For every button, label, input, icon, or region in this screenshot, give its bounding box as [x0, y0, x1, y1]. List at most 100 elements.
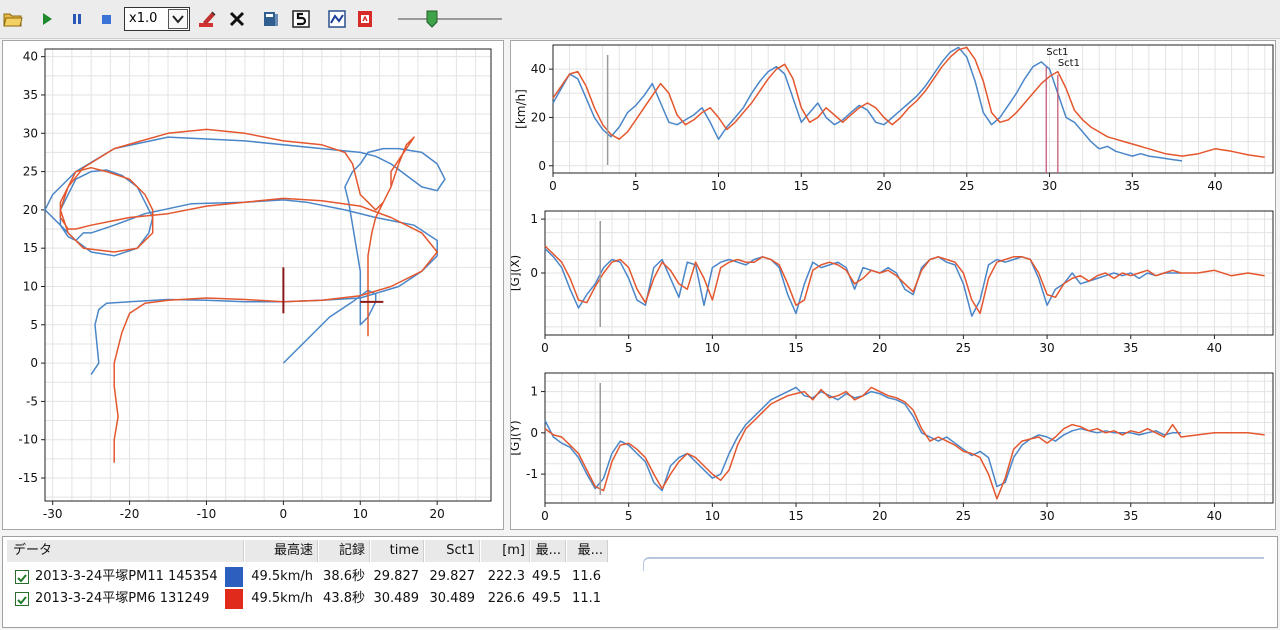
y-tick-label: 1: [530, 385, 538, 399]
row-time: 29.827: [373, 569, 420, 584]
playback-speed-select[interactable]: x1.0: [124, 7, 190, 31]
x-tick-label: 40: [1207, 179, 1222, 193]
y-tick-label: 25: [23, 165, 38, 179]
x-tick-label: 35: [1125, 179, 1140, 193]
x-tick-label: 40: [1207, 509, 1222, 523]
y-tick-label: -5: [26, 394, 38, 408]
x-tick-label: 5: [632, 179, 640, 193]
col-header-max-speed[interactable]: 最高速: [245, 540, 318, 562]
y-axis-label: [km/h]: [514, 89, 528, 129]
x-tick-label: 0: [541, 341, 549, 355]
y-tick-label: 10: [23, 279, 38, 293]
col-header-time[interactable]: time: [371, 540, 424, 562]
y-tick-label: 30: [23, 126, 38, 140]
x-tick-label: 0: [549, 179, 557, 193]
y-tick-label: -15: [18, 471, 38, 485]
y-tick-label: 0: [530, 426, 538, 440]
line-graph-icon[interactable]: [326, 8, 348, 30]
col-header-max-b[interactable]: 最...: [567, 540, 608, 562]
x-tick-label: 30: [1039, 341, 1054, 355]
g-x-plot: 0 5 10 15 20 25 30 35 4010[G](X): [508, 210, 1274, 355]
row-sct1: 29.827: [429, 569, 476, 584]
y-axis-label: [G](X): [511, 255, 522, 291]
row-checkbox[interactable]: [15, 592, 29, 606]
y-tick-label: -10: [18, 433, 38, 447]
pdf-icon[interactable]: [354, 8, 376, 30]
x-tick-label: 25: [956, 341, 971, 355]
row-record: 43.8秒: [323, 591, 365, 606]
delete-icon[interactable]: [226, 8, 248, 30]
row-record: 38.6秒: [323, 569, 365, 584]
plot-frame: [44, 48, 492, 502]
slider-thumb[interactable]: [426, 10, 438, 28]
x-tick-label: 5: [625, 509, 633, 523]
row-max-speed: 49.5km/h: [251, 569, 313, 584]
eraser-icon[interactable]: [196, 8, 218, 30]
x-tick-label: 10: [705, 509, 720, 523]
x-tick-label: 25: [956, 509, 971, 523]
sector-5-icon[interactable]: [290, 8, 312, 30]
col-header-data[interactable]: データ: [7, 540, 228, 562]
col-header-meters[interactable]: [m]: [481, 540, 530, 562]
y-tick-label: 0: [30, 356, 38, 370]
y-tick-label: 20: [531, 110, 546, 124]
row-checkbox[interactable]: [15, 570, 29, 584]
x-tick-label: 10: [711, 179, 726, 193]
x-tick-label: -10: [197, 507, 217, 521]
stop-icon[interactable]: [96, 8, 118, 30]
x-tick-label: 25: [959, 179, 974, 193]
col-header-sct1[interactable]: Sct1: [425, 540, 480, 562]
x-tick-label: 15: [788, 341, 803, 355]
x-tick-label: 0: [280, 507, 288, 521]
x-tick-label: 20: [872, 509, 887, 523]
toolbar: x1.0: [0, 0, 1280, 39]
speed-plot: 0 5 10 15 20 25 30 35 40 40 20 0 [km/h]: [514, 44, 1274, 193]
trajectory-chart: -30 -20 -10 0 10 20 40 35 30 25 20 15 10 5 0 -5 -10 -15: [18, 48, 492, 521]
chevron-down-icon[interactable]: [168, 9, 188, 29]
g-y-plot: 0 5 10 15 20 25 30 35 4010-1[G](Y): [508, 372, 1274, 523]
y-tick-label: 5: [30, 318, 38, 332]
row-color-swatch: [225, 589, 243, 609]
row-meters: 226.6: [487, 591, 525, 606]
col-header-record[interactable]: 記録: [319, 540, 370, 562]
open-folder-icon[interactable]: [2, 8, 24, 30]
col-header-max-a[interactable]: 最...: [531, 540, 566, 562]
pause-icon[interactable]: [66, 8, 88, 30]
row-max-speed: 49.5km/h: [251, 591, 313, 606]
col-header-color[interactable]: [227, 540, 244, 562]
row-sct1: 30.489: [429, 591, 476, 606]
y-tick-label: 15: [23, 241, 38, 255]
row-time: 30.489: [373, 591, 420, 606]
x-tick-label: 35: [1123, 509, 1138, 523]
book-icon[interactable]: [260, 8, 282, 30]
row-max-a: 49.5: [532, 569, 561, 584]
x-tick-label: 0: [541, 509, 549, 523]
row-name: 2013-3-24平塚PM6 131249: [35, 591, 210, 606]
x-tick-label: 40: [1207, 341, 1222, 355]
y-tick-label: 40: [531, 62, 546, 76]
series-red-line: [59, 128, 438, 463]
row-color-swatch: [225, 567, 243, 587]
y-tick-label: 20: [23, 203, 38, 217]
playback-speed-value: x1.0: [129, 11, 158, 26]
y-tick-label: 0: [530, 266, 538, 280]
timeseries-panel: 0 5 10 15 20 25 30 35 40 40 20 0 [km/h] Sct1 Sct1 0 5 10 1…: [508, 40, 1276, 530]
trajectory-panel: -30 -20 -10 0 10 20 40 35 30 25 20 15 10 5 0 -5 -10 -15: [2, 40, 504, 530]
data-table: データ 最高速 記録 time Sct1 [m] 最... 最... 2013-…: [2, 536, 1278, 628]
x-tick-label: 35: [1123, 341, 1138, 355]
row-name: 2013-3-24平塚PM11 145354: [35, 569, 218, 584]
x-tick-label: 15: [788, 509, 803, 523]
y-tick-label: -1: [526, 467, 538, 481]
row-max-b: 11.1: [572, 591, 601, 606]
x-tick-label: 10: [353, 507, 368, 521]
series-red-line: [544, 245, 1265, 315]
row-max-a: 49.5: [532, 591, 561, 606]
playback-slider[interactable]: [398, 10, 502, 28]
slider-track: [398, 18, 502, 20]
timeseries-charts: 0 5 10 15 20 25 30 35 4040200[km/h]Sct1Sct10 5 10 1…: [508, 44, 1274, 523]
x-tick-label: -20: [120, 507, 140, 521]
y-tick-label: 35: [23, 88, 38, 102]
x-tick-label: 10: [705, 341, 720, 355]
play-icon[interactable]: [36, 8, 58, 30]
y-tick-label: 1: [530, 212, 538, 226]
